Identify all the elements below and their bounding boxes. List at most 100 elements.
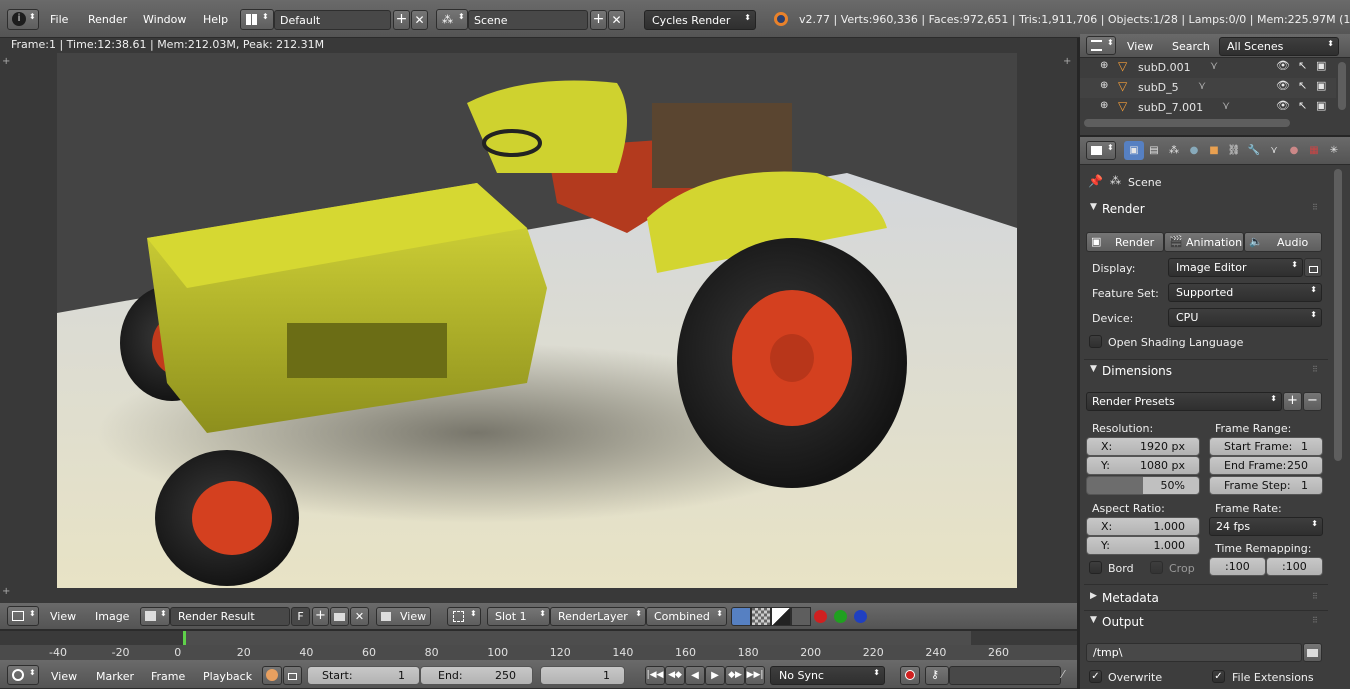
device-dropdown[interactable]: CPU ⬍ (1168, 308, 1322, 327)
outliner-vertical-scrollbar[interactable] (1338, 62, 1346, 110)
render-audio-button[interactable]: 🔈 Audio (1244, 232, 1322, 252)
corner-resize-icon[interactable]: ⁄ (1062, 668, 1064, 681)
color-channel-button[interactable] (731, 607, 751, 626)
remove-preset-button[interactable]: − (1303, 392, 1322, 411)
play-reverse-button[interactable]: ◀ (685, 666, 705, 685)
camera-icon[interactable]: ▣ (1316, 99, 1326, 112)
play-button[interactable]: ▶ (705, 666, 725, 685)
menu-file[interactable]: File (50, 13, 68, 26)
material-icon[interactable]: ● (1284, 141, 1304, 160)
display-mode-dropdown[interactable]: All Scenes ⬍ (1219, 37, 1339, 56)
add-scene-button[interactable]: + (590, 10, 607, 30)
display-dropdown[interactable]: Image Editor ⬍ (1168, 258, 1303, 277)
render-context-icon[interactable]: ▣ (1124, 141, 1144, 160)
drag-handle-icon[interactable]: ⠿ (1312, 203, 1318, 212)
red-channel-icon[interactable] (814, 610, 827, 623)
remap-old-field[interactable]: :100 (1209, 557, 1266, 576)
dimensions-panel-header[interactable]: ▼ Dimensions ⠿ (1084, 362, 1328, 382)
render-panel-header[interactable]: ▼ Render ⠿ (1084, 200, 1328, 220)
keying-set-field[interactable] (949, 666, 1061, 685)
editor-type-button[interactable]: ⬍ (1086, 36, 1116, 55)
browse-output-button[interactable] (1303, 643, 1322, 662)
menu-search[interactable]: Search (1172, 40, 1210, 53)
delete-scene-button[interactable]: ✕ (608, 10, 625, 30)
pin-icon[interactable]: 📌 (1088, 174, 1103, 188)
open-image-button[interactable] (330, 607, 349, 626)
jump-keyframe-back-button[interactable]: ◀◆ (665, 666, 685, 685)
sync-mode-dropdown[interactable]: No Sync ⬍ (770, 666, 885, 685)
render-presets-dropdown[interactable]: Render Presets ⬍ (1086, 392, 1282, 411)
blue-channel-icon[interactable] (854, 610, 867, 623)
corner-plus-icon[interactable]: + (2, 586, 10, 597)
view-mode-dropdown[interactable]: View (376, 607, 431, 626)
camera-icon[interactable]: ▣ (1316, 79, 1326, 92)
z-buffer-button[interactable] (771, 607, 791, 626)
render-pass-dropdown[interactable]: Combined ⬍ (646, 607, 727, 626)
properties-scrollbar[interactable] (1334, 169, 1342, 461)
render-result-image[interactable] (57, 53, 1017, 588)
auto-keying-button[interactable] (900, 666, 920, 685)
lock-interface-button[interactable] (1304, 258, 1322, 277)
outliner-horizontal-scrollbar[interactable] (1084, 119, 1290, 127)
alpha-channel-button[interactable] (751, 607, 771, 626)
aspect-y-field[interactable]: Y: 1.000 (1086, 536, 1200, 555)
editor-type-button[interactable]: ⬍ (1086, 141, 1116, 160)
outliner-row[interactable]: ⊕ ▽ subD.001 ⋎ 👁 ↖ ▣ (1080, 58, 1336, 78)
metadata-panel-header[interactable]: ▶ Metadata ⠿ (1084, 589, 1328, 609)
scopes-button[interactable] (791, 607, 811, 626)
output-path-field[interactable]: /tmp\ (1086, 643, 1302, 662)
start-frame-field[interactable]: Start: 1 (307, 666, 420, 685)
fake-user-button[interactable]: F (291, 607, 310, 626)
keying-set-button[interactable]: ⚷ (925, 666, 949, 685)
drag-handle-icon[interactable]: ⠿ (1312, 616, 1318, 625)
render-animation-button[interactable]: 🎬 Animation (1164, 232, 1244, 252)
cursor-icon[interactable]: ↖ (1298, 99, 1307, 112)
menu-playback[interactable]: Playback (203, 670, 252, 683)
editor-type-button[interactable]: ⬍ (7, 665, 39, 685)
frame-rate-dropdown[interactable]: 24 fps ⬍ (1209, 517, 1323, 536)
menu-help[interactable]: Help (203, 13, 228, 26)
new-image-button[interactable]: + (312, 607, 329, 626)
scene-name-field[interactable]: Scene (468, 10, 588, 30)
menu-marker[interactable]: Marker (96, 670, 134, 683)
menu-view[interactable]: View (50, 610, 76, 623)
render-still-button[interactable]: ▣ Render (1086, 232, 1164, 252)
jump-end-button[interactable]: ▶▶| (745, 666, 765, 685)
editor-type-button[interactable]: i ⬍ (7, 9, 39, 30)
aspect-x-field[interactable]: X: 1.000 (1086, 517, 1200, 536)
object-icon[interactable]: ■ (1204, 141, 1224, 160)
cursor-icon[interactable]: ↖ (1298, 59, 1307, 72)
unlink-image-button[interactable]: ✕ (350, 607, 369, 626)
render-layers-icon[interactable]: ▤ (1144, 141, 1164, 160)
texture-icon[interactable]: ▦ (1304, 141, 1324, 160)
slot-dropdown[interactable]: Slot 1 ⬍ (487, 607, 550, 626)
end-frame-field[interactable]: End: 250 (420, 666, 533, 685)
resolution-percentage-slider[interactable]: 50% (1086, 476, 1200, 495)
file-extensions-checkbox[interactable]: ✓ (1212, 670, 1225, 683)
outliner-row[interactable]: ⊕ ▽ subD_5 ⋎ 👁 ↖ ▣ (1080, 78, 1336, 98)
editor-type-button[interactable]: ⬍ (7, 606, 39, 626)
drag-handle-icon[interactable]: ⠿ (1312, 365, 1318, 374)
expand-icon[interactable]: ⊕ (1100, 60, 1108, 71)
jump-keyframe-forward-button[interactable]: ◆▶ (725, 666, 745, 685)
overwrite-checkbox[interactable]: ✓ (1089, 670, 1102, 683)
current-frame-field[interactable]: 1 (540, 666, 625, 685)
border-checkbox[interactable] (1089, 561, 1102, 574)
scene-icon-button[interactable]: ⁂ ⬍ (436, 9, 468, 30)
remap-new-field[interactable]: :100 (1266, 557, 1323, 576)
resolution-x-field[interactable]: X: 1920 px (1086, 437, 1200, 456)
timeline-ruler[interactable]: -40 -20 0 20 40 60 80 100 120 140 160 180 200 220 240 2… (0, 630, 1077, 661)
render-engine-dropdown[interactable]: Cycles Render ⬍ (644, 10, 756, 30)
preview-range-button[interactable] (262, 666, 282, 685)
outliner-row[interactable]: ⊕ ▽ subD_7.001 ⋎ 👁 ↖ ▣ (1080, 98, 1336, 118)
eye-icon[interactable]: 👁 (1276, 99, 1290, 112)
world-icon[interactable]: ● (1184, 141, 1204, 160)
frame-step-field[interactable]: Frame Step: 1 (1209, 476, 1323, 495)
start-frame-field[interactable]: Start Frame: 1 (1209, 437, 1323, 456)
constraints-icon[interactable]: ⛓ (1224, 141, 1244, 160)
cursor-icon[interactable]: ↖ (1298, 79, 1307, 92)
menu-image[interactable]: Image (95, 610, 129, 623)
corner-plus-icon[interactable]: + (1063, 56, 1071, 67)
crop-checkbox[interactable] (1150, 561, 1163, 574)
camera-icon[interactable]: ▣ (1316, 59, 1326, 72)
